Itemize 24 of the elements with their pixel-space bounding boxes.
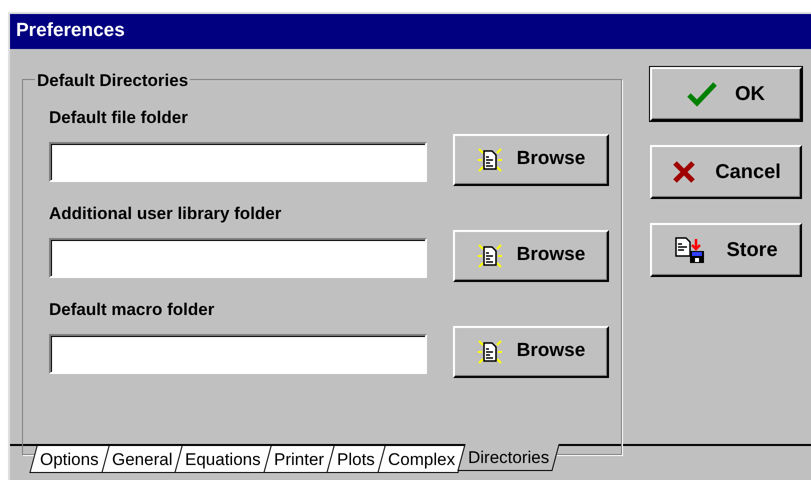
x-icon [671,158,698,184]
folder-input[interactable] [49,238,427,278]
field-label: Default macro folder [49,300,216,320]
tab[interactable]: Complex [376,446,466,472]
tab[interactable]: General [100,446,183,472]
browse-button[interactable]: Browse [453,230,609,282]
folder-input[interactable] [49,142,427,182]
browse-button[interactable]: Browse [453,134,609,186]
browse-button[interactable]: Browse [453,326,609,378]
folder-input[interactable] [49,334,427,374]
window-title: Preferences [16,19,125,43]
store-button[interactable]: Store [650,222,802,276]
ok-button[interactable]: OK [650,66,802,120]
checkmark-icon [687,80,717,106]
document-icon [476,242,503,268]
field-label: Additional user library folder [49,204,282,224]
document-icon [476,338,503,364]
document-icon [476,146,503,172]
field-label: Default file folder [49,108,189,128]
tab[interactable]: Options [29,446,110,472]
tab[interactable]: Equations [174,446,272,472]
tab[interactable]: Printer [263,446,334,472]
cancel-button[interactable]: Cancel [650,144,802,198]
tab[interactable]: Directories [457,444,560,470]
